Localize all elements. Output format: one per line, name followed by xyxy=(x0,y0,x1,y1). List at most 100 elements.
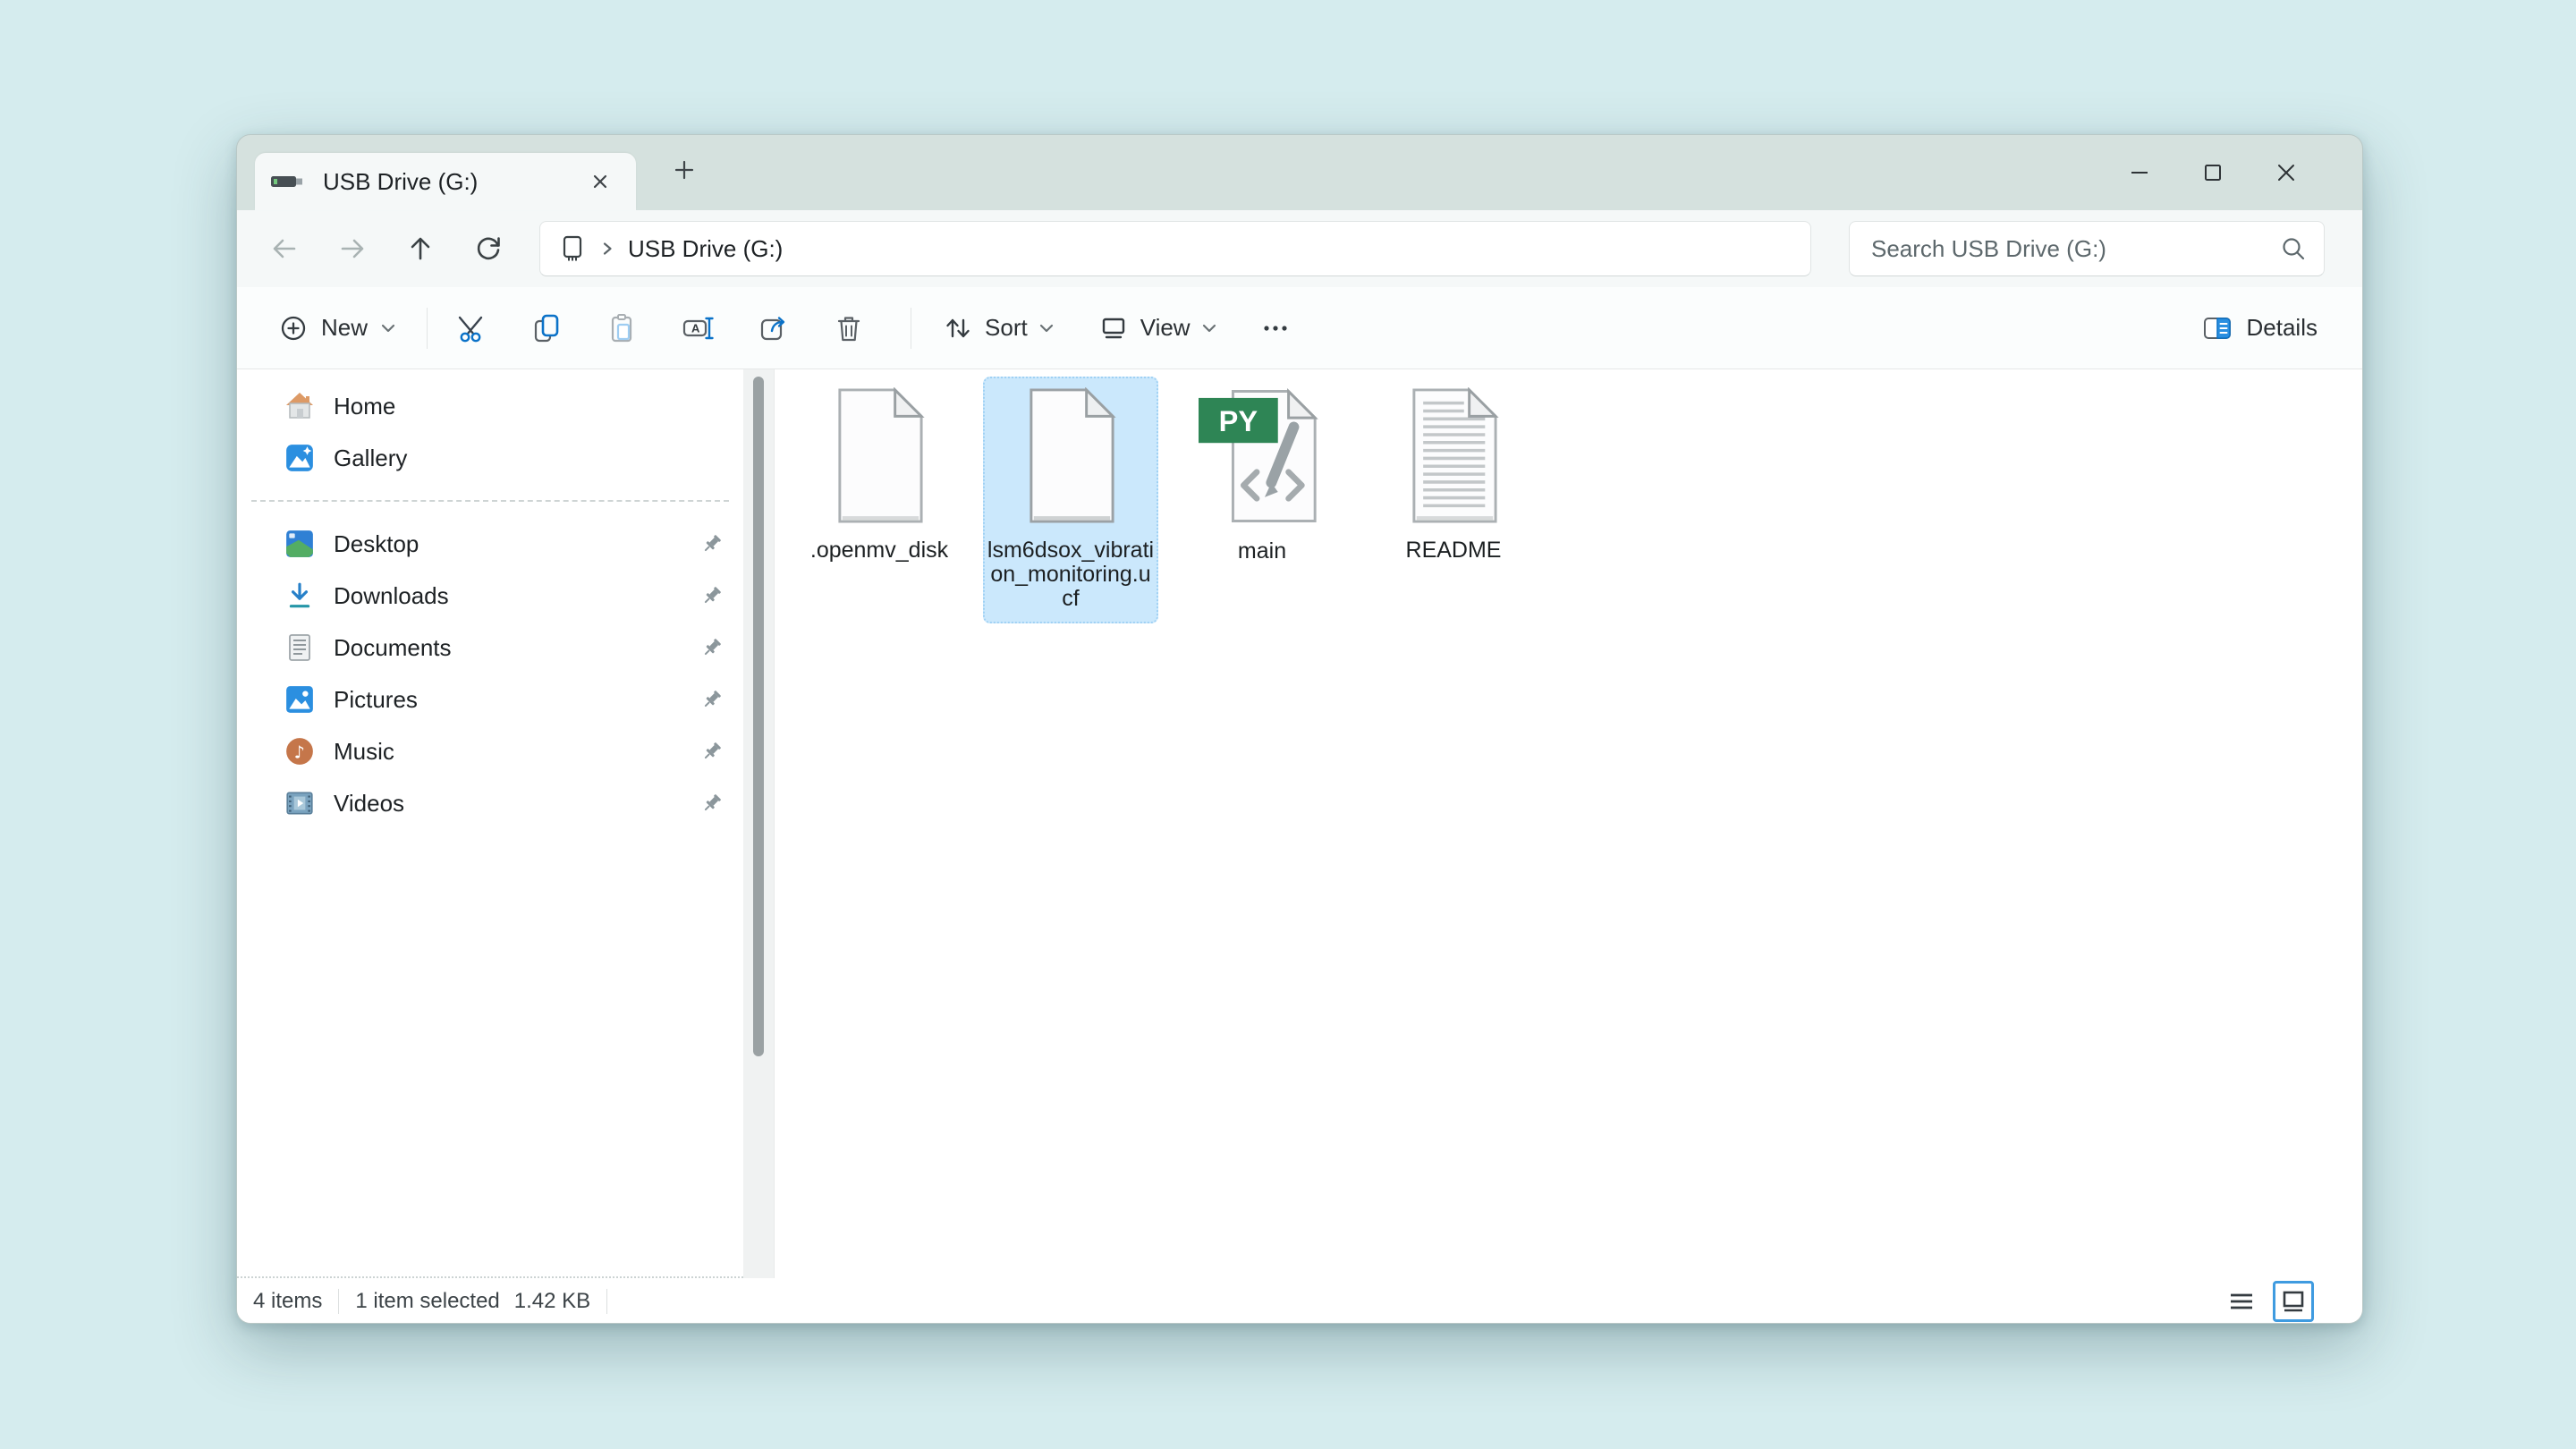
window-controls xyxy=(2110,135,2316,210)
sidebar-item-pictures[interactable]: Pictures xyxy=(248,674,734,725)
blank-file-icon xyxy=(1018,387,1123,524)
blank-file-icon xyxy=(826,387,932,524)
address-bar[interactable]: USB Drive (G:) xyxy=(539,221,1811,276)
details-pane-button[interactable]: Details xyxy=(2193,300,2326,357)
new-button[interactable]: New xyxy=(264,300,411,357)
text-file-icon xyxy=(1401,387,1506,524)
tab-close-icon[interactable] xyxy=(580,162,620,201)
maximize-button[interactable] xyxy=(2183,147,2242,199)
large-icons-view-button[interactable] xyxy=(2273,1281,2314,1322)
delete-button[interactable] xyxy=(819,300,878,357)
forward-button[interactable] xyxy=(325,221,380,276)
sidebar-item-label: Documents xyxy=(334,634,699,662)
python-file-icon: PY xyxy=(1199,387,1326,525)
navigation-pane: Home Gallery Desktop xyxy=(237,369,743,1278)
sidebar-item-gallery[interactable]: Gallery xyxy=(248,432,734,484)
sidebar-item-videos[interactable]: Videos xyxy=(248,777,734,829)
sort-button[interactable]: Sort xyxy=(928,300,1069,357)
titlebar: USB Drive (G:) xyxy=(237,135,2362,210)
py-badge: PY xyxy=(1219,405,1258,437)
selection-summary: 1 item selected xyxy=(355,1289,499,1314)
paste-icon xyxy=(607,312,640,344)
list-view-icon xyxy=(2226,1286,2257,1317)
view-button[interactable]: View xyxy=(1083,300,1232,357)
status-bar: 4 items 1 item selected 1.42 KB xyxy=(237,1278,2362,1324)
back-button[interactable] xyxy=(257,221,312,276)
sidebar-item-label: Gallery xyxy=(334,445,725,472)
sidebar-item-label: Desktop xyxy=(334,530,699,558)
details-button-label: Details xyxy=(2247,314,2318,342)
selection-size: 1.42 KB xyxy=(514,1289,590,1314)
see-more-button[interactable] xyxy=(1246,300,1305,357)
sidebar-item-desktop[interactable]: Desktop xyxy=(248,518,734,570)
chevron-down-icon xyxy=(1038,323,1055,334)
sidebar-item-label: Downloads xyxy=(334,582,699,610)
pin-icon xyxy=(699,584,725,607)
file-name: .openmv_disk xyxy=(810,538,948,563)
circle-plus-icon xyxy=(278,313,309,343)
chevron-down-icon xyxy=(1201,323,1217,334)
close-button[interactable] xyxy=(2257,147,2316,199)
sort-icon xyxy=(942,312,974,344)
music-icon: ♪ xyxy=(284,736,316,767)
cut-icon xyxy=(457,312,489,344)
rename-button[interactable]: A xyxy=(669,300,728,357)
videos-icon xyxy=(284,788,316,818)
file-tile-openmv-disk[interactable]: .openmv_disk xyxy=(792,377,967,575)
view-button-label: View xyxy=(1140,314,1191,342)
command-toolbar: New A xyxy=(237,287,2362,369)
drive-icon xyxy=(558,233,587,264)
sidebar-item-label: Videos xyxy=(334,790,699,818)
desktop-icon xyxy=(284,529,316,559)
scrollbar-thumb[interactable] xyxy=(753,377,764,1056)
search-box[interactable] xyxy=(1849,221,2325,276)
gallery-icon xyxy=(284,443,316,473)
file-name: main xyxy=(1238,539,1286,564)
pin-icon xyxy=(699,688,725,711)
sidebar-spacer xyxy=(237,829,743,1276)
refresh-button[interactable] xyxy=(461,221,516,276)
search-input[interactable] xyxy=(1871,235,2279,263)
chevron-right-icon xyxy=(599,241,615,257)
search-icon[interactable] xyxy=(2279,234,2308,263)
file-list[interactable]: .openmv_disk lsm6dsox_vibrati on_monitor… xyxy=(775,369,2362,1278)
usb-drive-icon xyxy=(269,172,305,191)
downloads-icon xyxy=(284,580,316,611)
trash-icon xyxy=(833,312,865,344)
file-tile-main-py[interactable]: PY main xyxy=(1174,377,1350,576)
navigation-bar: USB Drive (G:) xyxy=(237,210,2362,287)
pin-icon xyxy=(699,636,725,659)
share-icon xyxy=(758,312,790,344)
sidebar-item-label: Music xyxy=(334,738,699,766)
copy-button[interactable] xyxy=(519,300,578,357)
pin-icon xyxy=(699,740,725,763)
chevron-down-icon xyxy=(380,323,396,334)
details-view-button[interactable] xyxy=(2221,1281,2262,1322)
up-button[interactable] xyxy=(393,221,448,276)
sidebar-item-documents[interactable]: Documents xyxy=(248,622,734,674)
item-count: 4 items xyxy=(253,1289,322,1314)
file-tile-readme[interactable]: README xyxy=(1366,377,1541,575)
file-tile-lsm6dsox-ucf[interactable]: lsm6dsox_vibrati on_monitoring.u cf xyxy=(983,377,1158,623)
minimize-button[interactable] xyxy=(2110,147,2169,199)
breadcrumb: USB Drive (G:) xyxy=(628,235,783,263)
svg-text:A: A xyxy=(691,321,700,335)
sidebar-scrollbar[interactable] xyxy=(743,369,774,1278)
cut-button[interactable] xyxy=(444,300,503,357)
new-tab-button[interactable] xyxy=(659,145,709,195)
pin-icon xyxy=(699,532,725,555)
tab-usb-drive[interactable]: USB Drive (G:) xyxy=(255,153,636,210)
tab-title: USB Drive (G:) xyxy=(323,168,580,196)
status-separator xyxy=(338,1289,339,1314)
sidebar-item-music[interactable]: ♪ Music xyxy=(248,725,734,777)
documents-icon xyxy=(284,632,316,663)
file-name: README xyxy=(1406,538,1502,563)
view-toggles xyxy=(2221,1281,2314,1322)
pin-icon xyxy=(699,792,725,815)
toolbar-separator xyxy=(427,308,428,349)
share-button[interactable] xyxy=(744,300,803,357)
sidebar-item-downloads[interactable]: Downloads xyxy=(248,570,734,622)
paste-button[interactable] xyxy=(594,300,653,357)
copy-icon xyxy=(532,312,564,344)
sidebar-item-home[interactable]: Home xyxy=(248,380,734,432)
